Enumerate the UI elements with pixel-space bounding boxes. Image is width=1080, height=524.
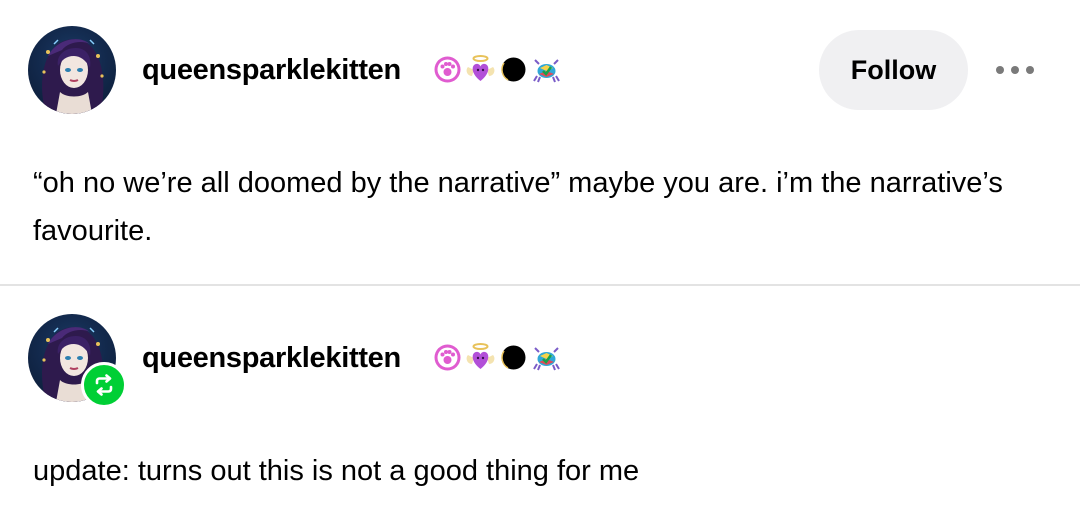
ellipsis-icon bbox=[996, 66, 1004, 74]
reblog-badge bbox=[81, 362, 127, 408]
user-badges bbox=[432, 342, 562, 373]
eclipse-badge-icon bbox=[501, 345, 526, 370]
post-divider bbox=[0, 284, 1080, 286]
crab-badge-icon bbox=[533, 347, 560, 371]
reblog-post: queensparklekitten update: turns out thi… bbox=[0, 287, 1080, 524]
username[interactable]: queensparklekitten bbox=[142, 340, 401, 376]
ellipsis-icon bbox=[1011, 66, 1019, 74]
post-body: “oh no we’re all doomed by the narrative… bbox=[33, 167, 1003, 247]
paw-badge-icon bbox=[434, 56, 461, 83]
user-badges bbox=[432, 54, 562, 85]
reblog-icon bbox=[95, 374, 113, 396]
eclipse-badge-icon bbox=[501, 57, 526, 82]
username[interactable]: queensparklekitten bbox=[142, 52, 401, 88]
ellipsis-icon bbox=[1026, 66, 1034, 74]
more-options-button[interactable] bbox=[992, 55, 1038, 85]
heart-angel-badge-icon bbox=[466, 55, 495, 81]
follow-button[interactable]: Follow bbox=[819, 30, 968, 110]
avatar[interactable] bbox=[28, 26, 116, 114]
post-body: update: turns out this is not a good thi… bbox=[33, 455, 640, 487]
paw-badge-icon bbox=[434, 344, 461, 371]
original-post: queensparklekitten Follow “oh no we’re a… bbox=[0, 0, 1080, 284]
crab-badge-icon bbox=[533, 59, 560, 83]
heart-angel-badge-icon bbox=[466, 343, 495, 369]
